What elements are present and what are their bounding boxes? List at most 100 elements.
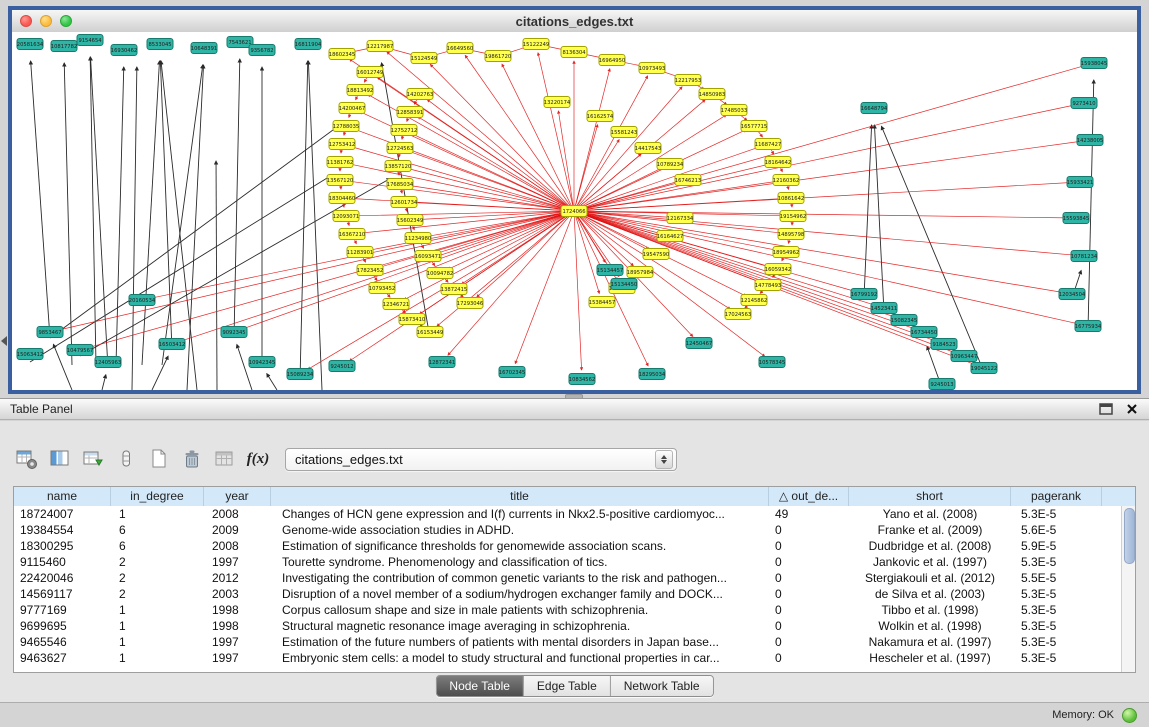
tab-network-table[interactable]: Network Table: [610, 676, 713, 696]
graph-node[interactable]: 12217987: [367, 41, 393, 52]
graph-node[interactable]: 20581634: [17, 39, 44, 50]
graph-node[interactable]: 14850983: [699, 89, 725, 100]
network-canvas-area[interactable]: 2058163410817782915465416930462853304510…: [12, 32, 1137, 390]
graph-node[interactable]: 18304460: [329, 193, 355, 204]
graph-node[interactable]: 12405963: [95, 357, 121, 368]
graph-node[interactable]: 12346721: [383, 299, 409, 310]
float-panel-icon[interactable]: [1097, 401, 1115, 417]
graph-node[interactable]: 16930462: [111, 45, 137, 56]
graph-node[interactable]: 10963447: [951, 351, 977, 362]
graph-node[interactable]: 10094782: [427, 268, 453, 279]
graph-node[interactable]: 15089234: [287, 369, 314, 380]
collapse-left-arrow-icon[interactable]: [1, 336, 7, 346]
graph-node[interactable]: 16799192: [851, 289, 877, 300]
graph-node[interactable]: 12601734: [391, 197, 418, 208]
function-builder-icon[interactable]: f(x): [245, 446, 271, 472]
graph-node[interactable]: 18602345: [329, 49, 355, 60]
new-document-icon[interactable]: [146, 446, 172, 472]
graph-node[interactable]: 12093071: [333, 211, 359, 222]
graph-node[interactable]: 14200467: [339, 103, 365, 114]
window-titlebar[interactable]: citations_edges.txt: [12, 10, 1137, 33]
graph-node[interactable]: 14417543: [635, 143, 661, 154]
graph-node[interactable]: 16012749: [357, 67, 383, 78]
graph-node[interactable]: 17685034: [387, 179, 414, 190]
show-columns-icon[interactable]: [47, 446, 73, 472]
graph-node[interactable]: 16367210: [339, 229, 365, 240]
graph-node[interactable]: 15581243: [611, 127, 637, 138]
graph-node[interactable]: 14778493: [755, 280, 781, 291]
graph-node[interactable]: 15122249: [523, 39, 549, 50]
graph-node[interactable]: 11234980: [405, 233, 431, 244]
graph-node[interactable]: 15593845: [1063, 213, 1089, 224]
table-row[interactable]: 977716911998Corpus callosum shape and si…: [14, 602, 1121, 618]
column-header-year[interactable]: year: [204, 487, 271, 506]
graph-node[interactable]: 9154654: [77, 35, 103, 46]
graph-node[interactable]: 12872341: [429, 357, 455, 368]
close-window-button[interactable]: [20, 15, 32, 27]
graph-node[interactable]: 17823452: [357, 265, 383, 276]
table-selector-dropdown[interactable]: citations_edges.txt: [285, 448, 677, 471]
graph-node[interactable]: 14895798: [778, 229, 804, 240]
delete-table-icon[interactable]: [212, 446, 238, 472]
delete-rows-icon[interactable]: [179, 446, 205, 472]
graph-node[interactable]: 11381762: [327, 157, 353, 168]
graph-node[interactable]: 18295034: [639, 369, 666, 380]
graph-node[interactable]: 15384457: [589, 297, 615, 308]
graph-node[interactable]: 19154962: [780, 211, 806, 222]
graph-node[interactable]: 15082345: [891, 315, 917, 326]
import-table-icon[interactable]: [80, 446, 106, 472]
graph-node[interactable]: 17293046: [457, 298, 483, 309]
tab-node-table[interactable]: Node Table: [436, 676, 523, 696]
graph-node[interactable]: 16648794: [861, 103, 888, 114]
graph-node[interactable]: 12217953: [675, 75, 701, 86]
table-row[interactable]: 1456911722003Disruption of a novel membe…: [14, 586, 1121, 602]
graph-node[interactable]: 16964950: [599, 55, 625, 66]
graph-node[interactable]: 10973493: [639, 63, 665, 74]
graph-node[interactable]: 9245013: [929, 379, 955, 390]
graph-node[interactable]: 10793452: [369, 283, 395, 294]
graph-node[interactable]: 16503412: [159, 339, 185, 350]
graph-node[interactable]: 15873410: [399, 314, 425, 325]
graph-node[interactable]: 15063412: [17, 349, 43, 360]
graph-node[interactable]: 16577715: [741, 121, 767, 132]
row-tools-icon[interactable]: [113, 446, 139, 472]
table-scrollbar-thumb[interactable]: [1124, 508, 1135, 564]
table-row[interactable]: 911546021997Tourette syndrome. Phenomeno…: [14, 554, 1121, 570]
graph-node[interactable]: 12752712: [391, 125, 417, 136]
network-canvas[interactable]: 2058163410817782915465416930462853304510…: [12, 32, 1137, 390]
graph-node[interactable]: 15933421: [1067, 177, 1093, 188]
graph-node[interactable]: 9853467: [37, 327, 63, 338]
graph-node[interactable]: 10861642: [778, 193, 804, 204]
graph-node[interactable]: 8136304: [561, 47, 587, 58]
graph-node[interactable]: 15938045: [1081, 58, 1107, 69]
graph-node[interactable]: 15134457: [597, 265, 623, 276]
table-row[interactable]: 1830029562008Estimation of significance …: [14, 538, 1121, 554]
graph-node[interactable]: 12724563: [387, 143, 413, 154]
graph-node[interactable]: 9356782: [249, 45, 275, 56]
tab-edge-table[interactable]: Edge Table: [523, 676, 610, 696]
graph-node[interactable]: 16153449: [417, 327, 443, 338]
graph-node[interactable]: 1724066: [561, 206, 587, 217]
table-row[interactable]: 2242004622012Investigating the contribut…: [14, 570, 1121, 586]
graph-node[interactable]: 16093471: [415, 251, 441, 262]
graph-node[interactable]: 15134450: [611, 279, 637, 290]
graph-node[interactable]: 10479567: [67, 345, 93, 356]
graph-node[interactable]: 12145862: [741, 295, 767, 306]
graph-node[interactable]: 14202763: [407, 89, 433, 100]
graph-node[interactable]: 11283901: [347, 247, 373, 258]
graph-node[interactable]: 10942345: [249, 357, 275, 368]
graph-node[interactable]: 10781234: [1071, 251, 1098, 262]
graph-node[interactable]: 8533045: [147, 39, 173, 50]
graph-node[interactable]: 9092345: [221, 327, 247, 338]
graph-node[interactable]: 12858391: [397, 107, 423, 118]
memory-status-icon[interactable]: [1122, 708, 1137, 723]
graph-node[interactable]: 13872415: [441, 284, 467, 295]
column-header-name[interactable]: name: [14, 487, 111, 506]
column-header-pagerank[interactable]: pagerank: [1011, 487, 1102, 506]
graph-node[interactable]: 12034504: [1059, 289, 1086, 300]
graph-node[interactable]: 18954962: [773, 247, 799, 258]
graph-node[interactable]: 10578345: [759, 357, 785, 368]
table-options-icon[interactable]: [14, 446, 40, 472]
column-header-short[interactable]: short: [849, 487, 1011, 506]
graph-node[interactable]: 20160534: [129, 295, 156, 306]
